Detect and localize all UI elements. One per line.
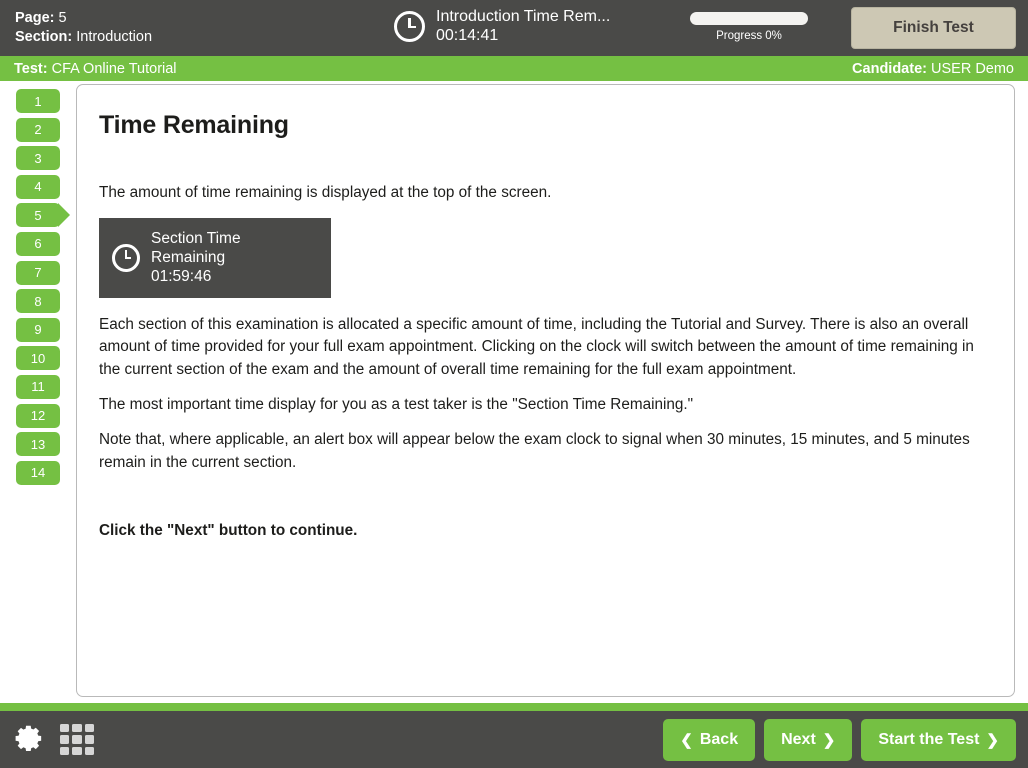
grid-cell — [60, 724, 70, 733]
sidebar-page-13[interactable]: 13 — [16, 432, 60, 457]
clock-icon[interactable] — [394, 11, 425, 43]
grid-cell — [84, 746, 94, 755]
candidate-name: USER Demo — [931, 60, 1014, 77]
grid-cell — [72, 735, 82, 744]
test-name: CFA Online Tutorial — [51, 60, 177, 77]
start-the-test-button[interactable]: Start the Test ❯ — [861, 718, 1016, 761]
timer-label: Introduction Time Rem... — [436, 8, 611, 25]
sidebar-page-2[interactable]: 2 — [16, 117, 60, 142]
gear-icon[interactable] — [14, 724, 46, 756]
content-panel: Time Remaining The amount of time remain… — [76, 84, 1015, 697]
page-navigation-sidebar: 1 2 3 4 5 6 7 8 9 10 11 12 13 14 — [0, 81, 76, 703]
candidate-info: Candidate: USER Demo — [852, 61, 1014, 77]
grid-cell — [84, 735, 94, 744]
sidebar-page-11[interactable]: 11 — [16, 374, 60, 399]
exam-timer[interactable]: Introduction Time Rem... 00:14:41 — [394, 8, 610, 46]
sidebar-page-4[interactable]: 4 — [16, 174, 60, 199]
grid-cell — [72, 746, 82, 755]
chevron-left-icon: ❮ — [680, 731, 693, 749]
next-button-label: Next — [781, 730, 816, 748]
section-value: Introduction — [76, 29, 153, 45]
page-title: Time Remaining — [99, 111, 289, 139]
section-row: Section: Introduction — [15, 28, 360, 47]
sidebar-page-8[interactable]: 8 — [16, 289, 60, 314]
page-value: 5 — [58, 10, 67, 26]
sidebar-page-1[interactable]: 1 — [16, 89, 60, 113]
finish-test-button[interactable]: Finish Test — [851, 7, 1016, 49]
paragraph-3: Note that, where applicable, an alert bo… — [99, 431, 970, 471]
grid-cell — [60, 746, 70, 755]
footer-left-tools — [14, 724, 94, 756]
footer-navigation-buttons: ❮ Back Next ❯ Start the Test ❯ — [663, 718, 1016, 761]
clock-hand-hour — [408, 25, 416, 28]
section-timer-value: 01:59:46 — [151, 267, 212, 285]
clock-icon — [112, 244, 140, 273]
sidebar-page-9[interactable]: 9 — [16, 317, 60, 342]
page-row: Page: 5 — [15, 9, 360, 28]
call-to-action: Click the "Next" button to continue. — [99, 522, 358, 540]
footer-accent-strip — [0, 703, 1028, 711]
sidebar-page-5[interactable]: 5 — [16, 203, 70, 228]
top-header: Page: 5 Section: Introduction Introducti… — [0, 0, 1028, 56]
back-button[interactable]: ❮ Back — [663, 718, 756, 761]
sidebar-page-3[interactable]: 3 — [16, 146, 60, 171]
sidebar-page-14[interactable]: 14 — [16, 460, 60, 485]
next-button[interactable]: Next ❯ — [764, 718, 853, 761]
timer-text: Introduction Time Rem... 00:14:41 — [436, 8, 610, 46]
test-info: Test: CFA Online Tutorial — [14, 61, 177, 77]
section-timer-text: Section Time Remaining 01:59:46 — [151, 230, 317, 286]
timer-value: 00:14:41 — [436, 26, 499, 44]
paragraph-2: The most important time display for you … — [99, 396, 694, 414]
back-button-label: Back — [699, 730, 739, 748]
sidebar-page-6[interactable]: 6 — [16, 231, 60, 256]
paragraph-1: Each section of this examination is allo… — [99, 316, 974, 378]
grid-menu-icon[interactable] — [60, 724, 94, 755]
intro-paragraph: The amount of time remaining is displaye… — [99, 184, 552, 201]
clock-hand-hour — [124, 257, 132, 260]
progress-label: Progress 0% — [716, 30, 782, 42]
test-info-bar: Test: CFA Online Tutorial Candidate: USE… — [0, 56, 1028, 81]
section-time-remaining-widget: Section Time Remaining 01:59:46 — [99, 218, 331, 299]
grid-cell — [60, 735, 70, 744]
section-timer-label: Section Time Remaining — [151, 230, 241, 266]
grid-cell — [84, 724, 94, 733]
page-label: Page: — [15, 10, 55, 26]
main-area: 1 2 3 4 5 6 7 8 9 10 11 12 13 14 Time Remaining The a… — [0, 81, 1028, 703]
progress-track — [690, 12, 808, 25]
page-section-info: Page: 5 Section: Introduction — [0, 9, 360, 47]
sidebar-page-10[interactable]: 10 — [16, 346, 60, 371]
sidebar-page-12[interactable]: 12 — [16, 403, 60, 428]
footer-toolbar: ❮ Back Next ❯ Start the Test ❯ — [0, 711, 1028, 768]
grid-cell — [72, 724, 82, 733]
exam-application-window: Page: 5 Section: Introduction Introducti… — [0, 0, 1028, 768]
sidebar-page-7[interactable]: 7 — [16, 260, 60, 285]
test-label: Test: — [14, 60, 48, 77]
start-button-label: Start the Test — [878, 730, 980, 748]
progress-indicator: Progress 0% — [690, 12, 808, 42]
candidate-label: Candidate: — [852, 60, 927, 77]
chevron-right-icon: ❯ — [986, 731, 999, 749]
section-label: Section: — [15, 29, 73, 45]
chevron-right-icon: ❯ — [822, 731, 836, 749]
